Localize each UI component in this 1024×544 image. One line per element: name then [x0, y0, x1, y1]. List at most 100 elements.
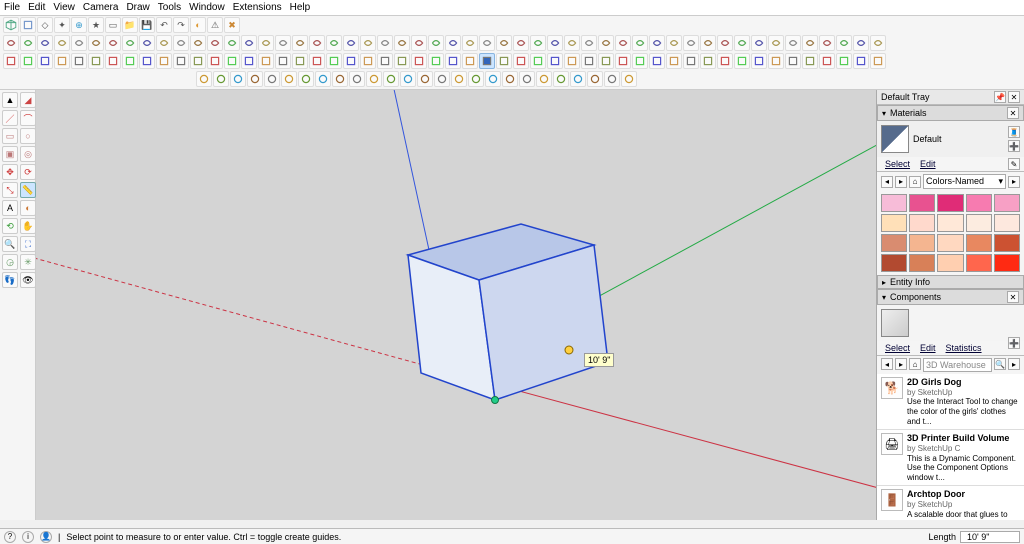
- ext-tool-34[interactable]: [581, 35, 597, 51]
- swatch-12[interactable]: [937, 234, 963, 252]
- ext-tool-29[interactable]: [496, 35, 512, 51]
- line-tool[interactable]: ／: [2, 110, 18, 126]
- circle-tool[interactable]: ○: [20, 128, 36, 144]
- ext2-tool-10[interactable]: [173, 53, 189, 69]
- tray-close-icon[interactable]: ✕: [1008, 91, 1020, 103]
- ext2-tool-31[interactable]: [530, 53, 546, 69]
- components-back-icon[interactable]: ◂: [881, 358, 893, 370]
- ext2-tool-44[interactable]: [751, 53, 767, 69]
- wand-icon[interactable]: ✦: [54, 17, 70, 33]
- ext3-tool-11[interactable]: [383, 71, 399, 87]
- components-tab-stats[interactable]: Statistics: [942, 342, 986, 354]
- ext2-tool-26[interactable]: [445, 53, 461, 69]
- ext2-tool-28[interactable]: [479, 53, 495, 69]
- ext3-tool-22[interactable]: [570, 71, 586, 87]
- ext-tool-35[interactable]: [598, 35, 614, 51]
- ext-tool-43[interactable]: [734, 35, 750, 51]
- ext3-tool-15[interactable]: [451, 71, 467, 87]
- component-item-2[interactable]: 🚪 Archtop Doorby SketchUpA scalable door…: [877, 486, 1024, 520]
- swatch-13[interactable]: [966, 234, 992, 252]
- ext-tool-44[interactable]: [751, 35, 767, 51]
- ext-tool-15[interactable]: [258, 35, 274, 51]
- ext2-tool-47[interactable]: [802, 53, 818, 69]
- undo-icon[interactable]: ↶: [156, 17, 172, 33]
- ext-tool-26[interactable]: [445, 35, 461, 51]
- materials-menu-icon[interactable]: ▸: [1008, 176, 1020, 188]
- ext-tool-42[interactable]: [717, 35, 733, 51]
- search-icon[interactable]: 🔍: [994, 358, 1006, 370]
- viewport-3d[interactable]: 10' 9": [36, 90, 876, 520]
- ext2-tool-1[interactable]: [20, 53, 36, 69]
- ext3-tool-9[interactable]: [349, 71, 365, 87]
- materials-tab-edit[interactable]: Edit: [916, 158, 940, 170]
- ext-tool-49[interactable]: [836, 35, 852, 51]
- eraser-tool[interactable]: ◢: [20, 92, 36, 108]
- entity-info-header[interactable]: ▸ Entity Info: [877, 275, 1024, 289]
- push-tool[interactable]: ▣: [2, 146, 18, 162]
- ext-tool-32[interactable]: [547, 35, 563, 51]
- swatch-6[interactable]: [909, 214, 935, 232]
- ext2-tool-17[interactable]: [292, 53, 308, 69]
- ext2-tool-46[interactable]: [785, 53, 801, 69]
- ext-tool-14[interactable]: [241, 35, 257, 51]
- ext-tool-31[interactable]: [530, 35, 546, 51]
- swatch-17[interactable]: [937, 254, 963, 272]
- ext-tool-2[interactable]: [37, 35, 53, 51]
- swatch-16[interactable]: [909, 254, 935, 272]
- menu-camera[interactable]: Camera: [83, 2, 119, 13]
- swatch-3[interactable]: [966, 194, 992, 212]
- components-menu-icon[interactable]: ▸: [1008, 358, 1020, 370]
- ext2-tool-8[interactable]: [139, 53, 155, 69]
- ext-tool-20[interactable]: [343, 35, 359, 51]
- ext-tool-3[interactable]: [54, 35, 70, 51]
- ext-tool-28[interactable]: [479, 35, 495, 51]
- offset-tool[interactable]: ◎: [20, 146, 36, 162]
- globe-icon[interactable]: ⊕: [71, 17, 87, 33]
- ext2-tool-36[interactable]: [615, 53, 631, 69]
- ext-tool-11[interactable]: [190, 35, 206, 51]
- ext2-tool-13[interactable]: [224, 53, 240, 69]
- ext-tool-10[interactable]: [173, 35, 189, 51]
- star-icon[interactable]: ★: [88, 17, 104, 33]
- menu-window[interactable]: Window: [189, 2, 225, 13]
- ext3-tool-6[interactable]: [298, 71, 314, 87]
- ext2-tool-4[interactable]: [71, 53, 87, 69]
- materials-fwd-icon[interactable]: ▸: [895, 176, 907, 188]
- ext-tool-6[interactable]: [105, 35, 121, 51]
- ext2-tool-40[interactable]: [683, 53, 699, 69]
- zoom-tool[interactable]: 🔍: [2, 236, 18, 252]
- tray-header[interactable]: Default Tray 📌 ✕: [877, 90, 1024, 105]
- ext2-tool-48[interactable]: [819, 53, 835, 69]
- material-sample-icon[interactable]: 🧵: [1008, 126, 1020, 138]
- orbit-tool[interactable]: ⟲: [2, 218, 18, 234]
- walk-tool[interactable]: 👣: [2, 272, 18, 288]
- ext-tool-7[interactable]: [122, 35, 138, 51]
- ext2-tool-34[interactable]: [581, 53, 597, 69]
- ext-tool-33[interactable]: [564, 35, 580, 51]
- ext2-tool-49[interactable]: [836, 53, 852, 69]
- ext2-tool-43[interactable]: [734, 53, 750, 69]
- ext2-tool-35[interactable]: [598, 53, 614, 69]
- menu-tools[interactable]: Tools: [158, 2, 181, 13]
- materials-close-icon[interactable]: ✕: [1007, 107, 1019, 119]
- materials-tab-select[interactable]: Select: [881, 158, 914, 170]
- ext3-tool-18[interactable]: [502, 71, 518, 87]
- swatch-2[interactable]: [937, 194, 963, 212]
- user-icon[interactable]: 👤: [40, 531, 52, 543]
- ext-tool-41[interactable]: [700, 35, 716, 51]
- ext3-tool-4[interactable]: [264, 71, 280, 87]
- swatch-5[interactable]: [881, 214, 907, 232]
- info-icon[interactable]: i: [22, 531, 34, 543]
- ext-tool-18[interactable]: [309, 35, 325, 51]
- ext2-tool-22[interactable]: [377, 53, 393, 69]
- select-tool[interactable]: ▲: [2, 92, 18, 108]
- swatch-7[interactable]: [937, 214, 963, 232]
- ext2-tool-16[interactable]: [275, 53, 291, 69]
- swatch-10[interactable]: [881, 234, 907, 252]
- components-header[interactable]: ▾ Components ✕: [877, 289, 1024, 305]
- component-thumb[interactable]: [881, 309, 909, 337]
- ext2-tool-3[interactable]: [54, 53, 70, 69]
- zoom-extents-tool[interactable]: ⛶: [20, 236, 36, 252]
- components-search-input[interactable]: 3D Warehouse: [923, 358, 992, 372]
- warn-icon[interactable]: ⚠: [207, 17, 223, 33]
